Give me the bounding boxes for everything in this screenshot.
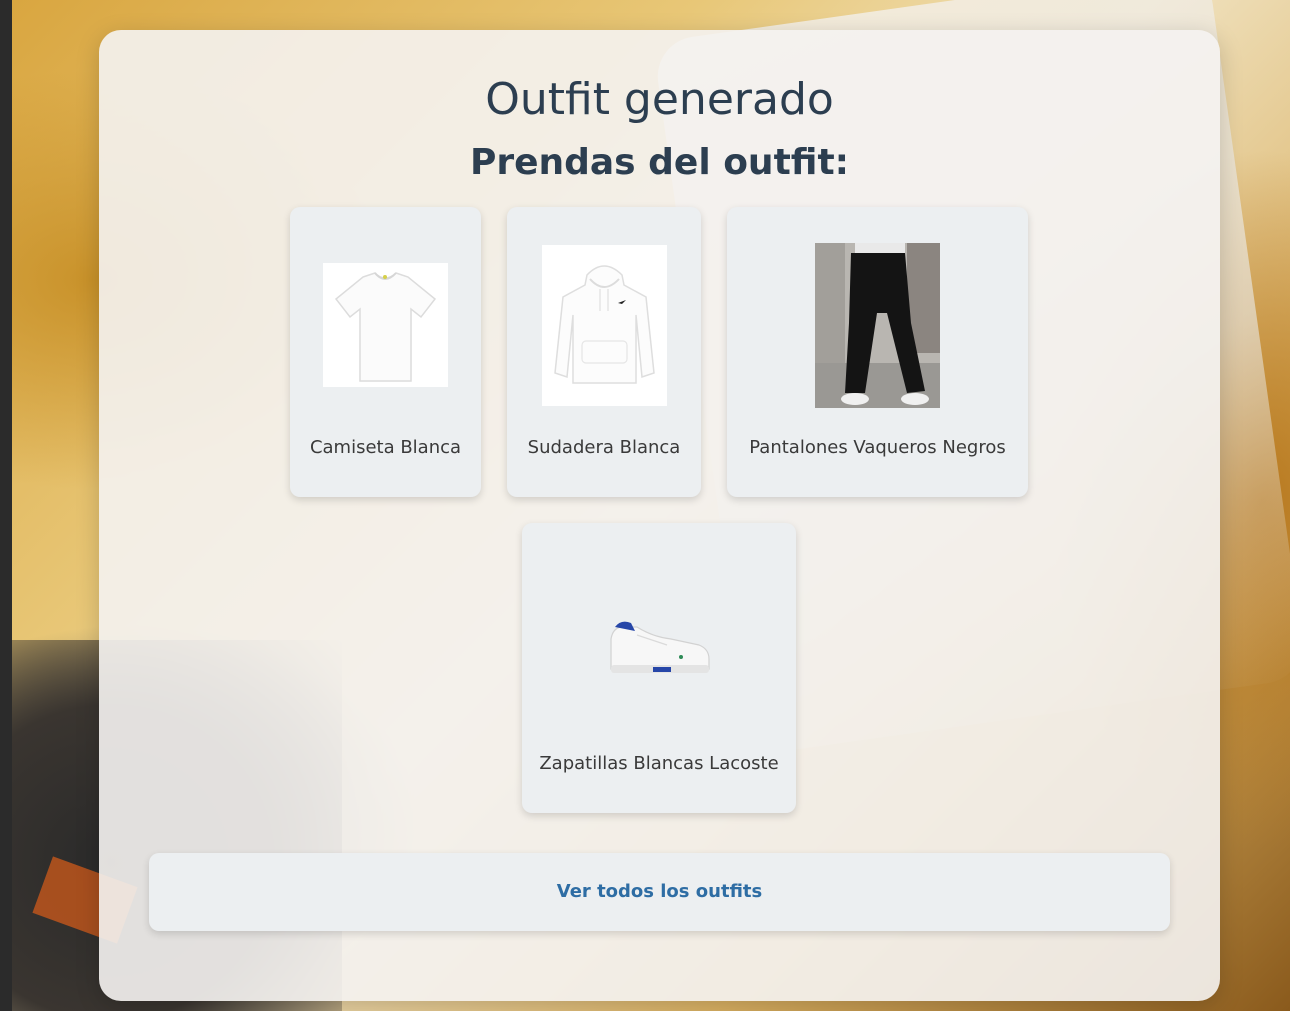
- item-label: Sudadera Blanca: [527, 437, 681, 458]
- outfit-item-card[interactable]: Camiseta Blanca: [290, 207, 481, 497]
- view-all-outfits-button[interactable]: Ver todos los outfits: [149, 853, 1170, 931]
- item-label: Camiseta Blanca: [309, 437, 462, 458]
- sneaker-image: [597, 565, 722, 720]
- left-edge-strip: [0, 0, 12, 1011]
- pants-image: [815, 243, 940, 408]
- tshirt-icon: [334, 272, 437, 382]
- pants-icon: [815, 243, 940, 408]
- outfit-item-card[interactable]: Zapatillas Blancas Lacoste: [522, 523, 796, 813]
- item-label: Zapatillas Blancas Lacoste: [539, 753, 779, 774]
- section-subtitle: Prendas del outfit:: [469, 142, 850, 183]
- outfit-item-card[interactable]: Sudadera Blanca: [507, 207, 701, 497]
- item-label: Pantalones Vaqueros Negros: [749, 437, 1006, 458]
- tshirt-image: [323, 263, 448, 387]
- page-title: Outfit generado: [485, 74, 834, 125]
- hoodie-image: [542, 245, 667, 406]
- hoodie-icon: [554, 265, 655, 384]
- sneaker-icon: [610, 621, 710, 673]
- outfit-item-card[interactable]: Pantalones Vaqueros Negros: [727, 207, 1028, 497]
